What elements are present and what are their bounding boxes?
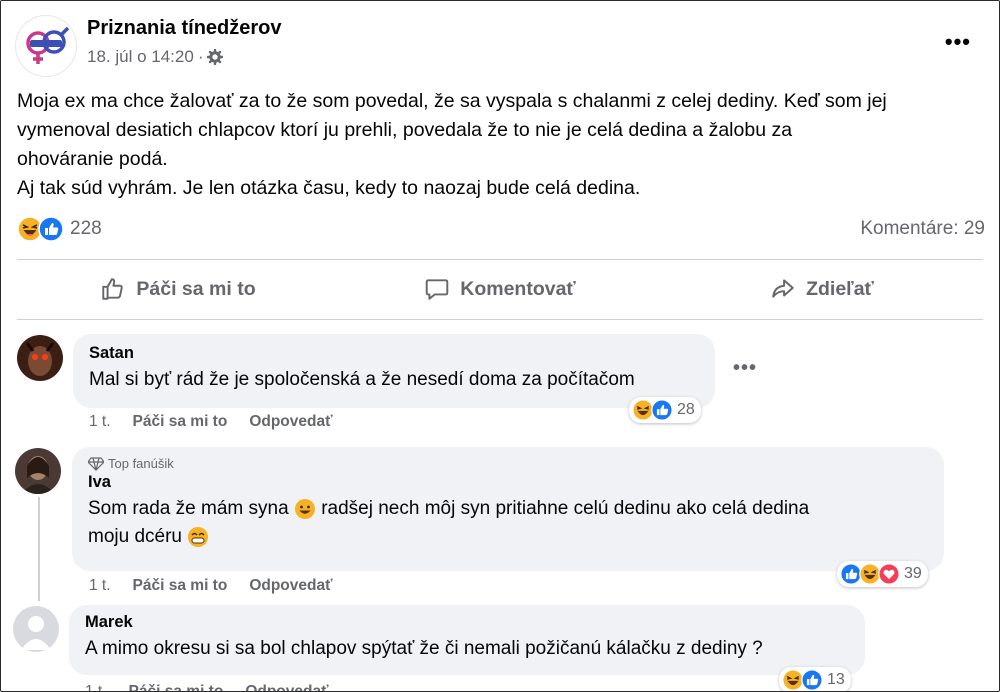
diamond-icon bbox=[88, 456, 104, 471]
avatar[interactable] bbox=[17, 335, 63, 381]
page-avatar[interactable] bbox=[15, 15, 77, 77]
share-icon bbox=[772, 279, 794, 298]
divider bbox=[17, 319, 983, 320]
reaction-summary-left[interactable]: 228 bbox=[17, 216, 102, 242]
reaction-icons bbox=[17, 216, 64, 242]
comment-bubble: Top fanúšik Iva Som rada že mám syna rad… bbox=[72, 447, 944, 571]
comment-author[interactable]: Marek bbox=[85, 613, 851, 632]
action-bar: Páči sa mi to Komentovať Zdieľať bbox=[17, 263, 983, 315]
comment-author[interactable]: Satan bbox=[89, 344, 701, 363]
comment-like-link[interactable]: Páči sa mi to bbox=[133, 577, 228, 595]
avatar[interactable] bbox=[15, 448, 61, 494]
avatar-image bbox=[17, 335, 63, 381]
comment-button[interactable]: Komentovať bbox=[339, 276, 661, 302]
comment-icon bbox=[425, 279, 449, 300]
share-button-label: Zdieľať bbox=[806, 277, 874, 300]
comment-text-part: Som rada že mám syna bbox=[88, 498, 289, 519]
post-text: Moja ex ma chce žalovať za to že som pov… bbox=[17, 87, 987, 203]
comment-reactions[interactable]: 39 bbox=[837, 561, 928, 587]
comment-text-part: moju dcéru bbox=[88, 526, 182, 547]
comment-text: A mimo okresu si sa bol chlapov spýtať ž… bbox=[85, 638, 763, 659]
love-icon bbox=[878, 563, 900, 585]
like-button-label: Páči sa mi to bbox=[136, 277, 256, 300]
share-button[interactable]: Zdieľať bbox=[661, 276, 983, 302]
like-icon bbox=[38, 216, 64, 242]
comment-meta: 1 t. Páči sa mi to Odpovedať bbox=[89, 413, 333, 431]
reactions-summary: 228 Komentáre: 29 bbox=[17, 211, 985, 247]
comment-time[interactable]: 1 t. bbox=[89, 577, 111, 595]
reaction-count: 228 bbox=[70, 218, 102, 239]
post-text-line: ohováranie podá. bbox=[17, 148, 168, 170]
meta-separator: · bbox=[197, 47, 204, 66]
gear-icon bbox=[207, 49, 224, 65]
comment-author[interactable]: Iva bbox=[88, 473, 930, 492]
comments-count[interactable]: Komentáre: 29 bbox=[860, 218, 985, 240]
smiling-emoji-icon bbox=[294, 498, 315, 519]
comment-reply-link[interactable]: Odpovedať bbox=[249, 413, 332, 431]
more-options-icon[interactable]: ••• bbox=[945, 29, 971, 55]
comment-time[interactable]: 1 t. bbox=[89, 413, 111, 431]
post-card: Priznania tínedžerov 18. júl o 14:20 · •… bbox=[0, 0, 1000, 692]
comment-reactions[interactable]: 28 bbox=[629, 397, 701, 423]
thumbs-up-icon bbox=[102, 278, 124, 300]
top-fan-badge: Top fanúšik bbox=[88, 456, 930, 471]
like-icon bbox=[801, 669, 823, 691]
comment-text: Som rada že mám syna radšej nech môj syn… bbox=[88, 495, 930, 551]
post-text-line: vymenoval desiatich chlapcov ktorí ju pr… bbox=[17, 119, 793, 141]
grinning-emoji-icon bbox=[188, 526, 209, 547]
comment-bubble: Marek A mimo okresu si sa bol chlapov sp… bbox=[69, 605, 865, 675]
comment-reaction-count: 28 bbox=[677, 401, 695, 418]
avatar[interactable] bbox=[13, 606, 59, 652]
comment-reaction-count: 13 bbox=[827, 671, 845, 688]
comment-meta: 1 t. Páči sa mi to Odpovedať bbox=[89, 577, 333, 595]
post-date[interactable]: 18. júl o 14:20 bbox=[87, 47, 194, 67]
page-name[interactable]: Priznania tínedžerov bbox=[87, 17, 282, 40]
comment-reply-link[interactable]: Odpovedať bbox=[249, 577, 332, 595]
like-button[interactable]: Páči sa mi to bbox=[17, 276, 339, 302]
comment-bubble: Satan Mal si byť rád že je spoločenská a… bbox=[73, 334, 715, 408]
post-text-line: Moja ex ma chce žalovať za to že som pov… bbox=[17, 90, 887, 112]
default-avatar-icon bbox=[13, 606, 59, 652]
top-fan-label: Top fanúšik bbox=[108, 456, 174, 471]
avatar-image bbox=[15, 448, 61, 494]
comment-like-link[interactable]: Páči sa mi to bbox=[133, 413, 228, 431]
comment-time[interactable]: 1 t. bbox=[85, 683, 107, 691]
comment-options-icon[interactable]: ••• bbox=[733, 357, 757, 380]
thread-line bbox=[38, 497, 40, 601]
comment-text-part: radšej nech môj syn pritiahne celú dedin… bbox=[321, 498, 810, 519]
like-icon bbox=[651, 399, 673, 421]
comment-reactions[interactable]: 13 bbox=[779, 667, 851, 691]
post-text-line: Aj tak súd vyhrám. Je len otázka času, k… bbox=[17, 177, 641, 199]
comment-reaction-count: 39 bbox=[904, 565, 922, 582]
comment-button-label: Komentovať bbox=[460, 277, 576, 300]
comment-text: Mal si byť rád že je spoločenská a že ne… bbox=[89, 369, 635, 390]
page-logo-icon bbox=[17, 17, 75, 75]
comment-like-link[interactable]: Páči sa mi to bbox=[129, 683, 224, 691]
post-meta: 18. júl o 14:20 · bbox=[87, 47, 224, 67]
comment-meta: 1 t. Páči sa mi to Odpovedať bbox=[85, 683, 329, 691]
divider bbox=[17, 259, 983, 260]
comment-reply-link[interactable]: Odpovedať bbox=[245, 683, 328, 691]
